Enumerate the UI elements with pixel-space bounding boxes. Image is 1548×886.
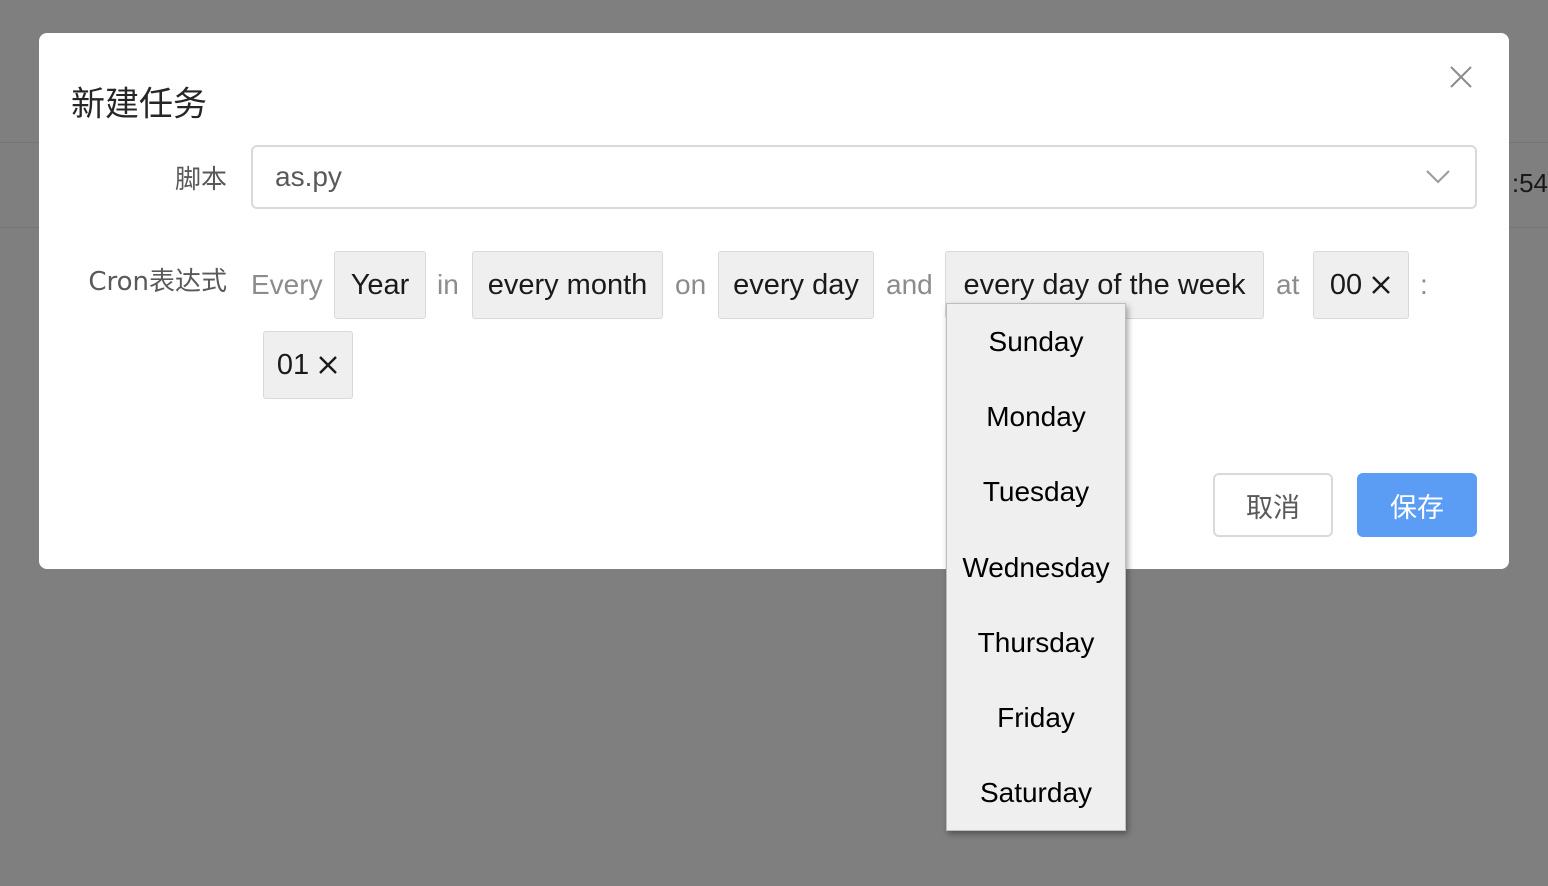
- cron-word-on: on: [675, 269, 707, 300]
- minute-select[interactable]: 01: [263, 331, 353, 399]
- cancel-button[interactable]: 取消: [1213, 473, 1333, 537]
- script-select-value: as.py: [275, 161, 342, 192]
- cron-label: Cron表达式: [88, 267, 227, 297]
- cron-word-at: at: [1276, 269, 1300, 300]
- weekday-option-thursday[interactable]: Thursday: [947, 605, 1125, 680]
- hour-select-value: 00: [1329, 268, 1363, 301]
- cron-word-and: and: [886, 269, 933, 300]
- weekday-select-value: every day of the week: [963, 268, 1246, 301]
- cron-word-every: Every: [251, 269, 323, 300]
- clear-minute-icon[interactable]: [317, 354, 339, 376]
- save-button[interactable]: 保存: [1357, 473, 1477, 537]
- script-label: 脚本: [174, 165, 227, 195]
- weekday-option-wednesday[interactable]: Wednesday: [947, 530, 1125, 605]
- chevron-down-icon: [1425, 169, 1451, 185]
- clear-hour-icon[interactable]: [1370, 274, 1392, 296]
- period-select-value: Year: [350, 268, 410, 301]
- month-select[interactable]: every month: [472, 251, 663, 319]
- minute-select-value: 01: [276, 348, 310, 381]
- modal-title: 新建任务: [71, 84, 207, 125]
- month-select-value: every month: [487, 268, 648, 301]
- weekday-option-monday[interactable]: Monday: [947, 379, 1125, 454]
- hour-select[interactable]: 00: [1313, 251, 1409, 319]
- weekday-option-tuesday[interactable]: Tuesday: [947, 455, 1125, 530]
- close-icon[interactable]: [1447, 63, 1475, 91]
- script-select[interactable]: as.py: [251, 145, 1477, 209]
- weekday-dropdown: Sunday Monday Tuesday Wednesday Thursday…: [946, 303, 1126, 831]
- new-task-modal: 新建任务 脚本 as.py Cron表达式 Every Year in ever…: [39, 33, 1509, 569]
- cron-word-colon: :: [1420, 269, 1428, 300]
- period-select[interactable]: Year: [334, 251, 426, 319]
- cron-word-in: in: [437, 269, 459, 300]
- weekday-option-sunday[interactable]: Sunday: [947, 304, 1125, 379]
- day-select[interactable]: every day: [718, 251, 874, 319]
- weekday-option-friday[interactable]: Friday: [947, 680, 1125, 755]
- weekday-option-saturday[interactable]: Saturday: [947, 756, 1125, 831]
- day-select-value: every day: [733, 268, 859, 301]
